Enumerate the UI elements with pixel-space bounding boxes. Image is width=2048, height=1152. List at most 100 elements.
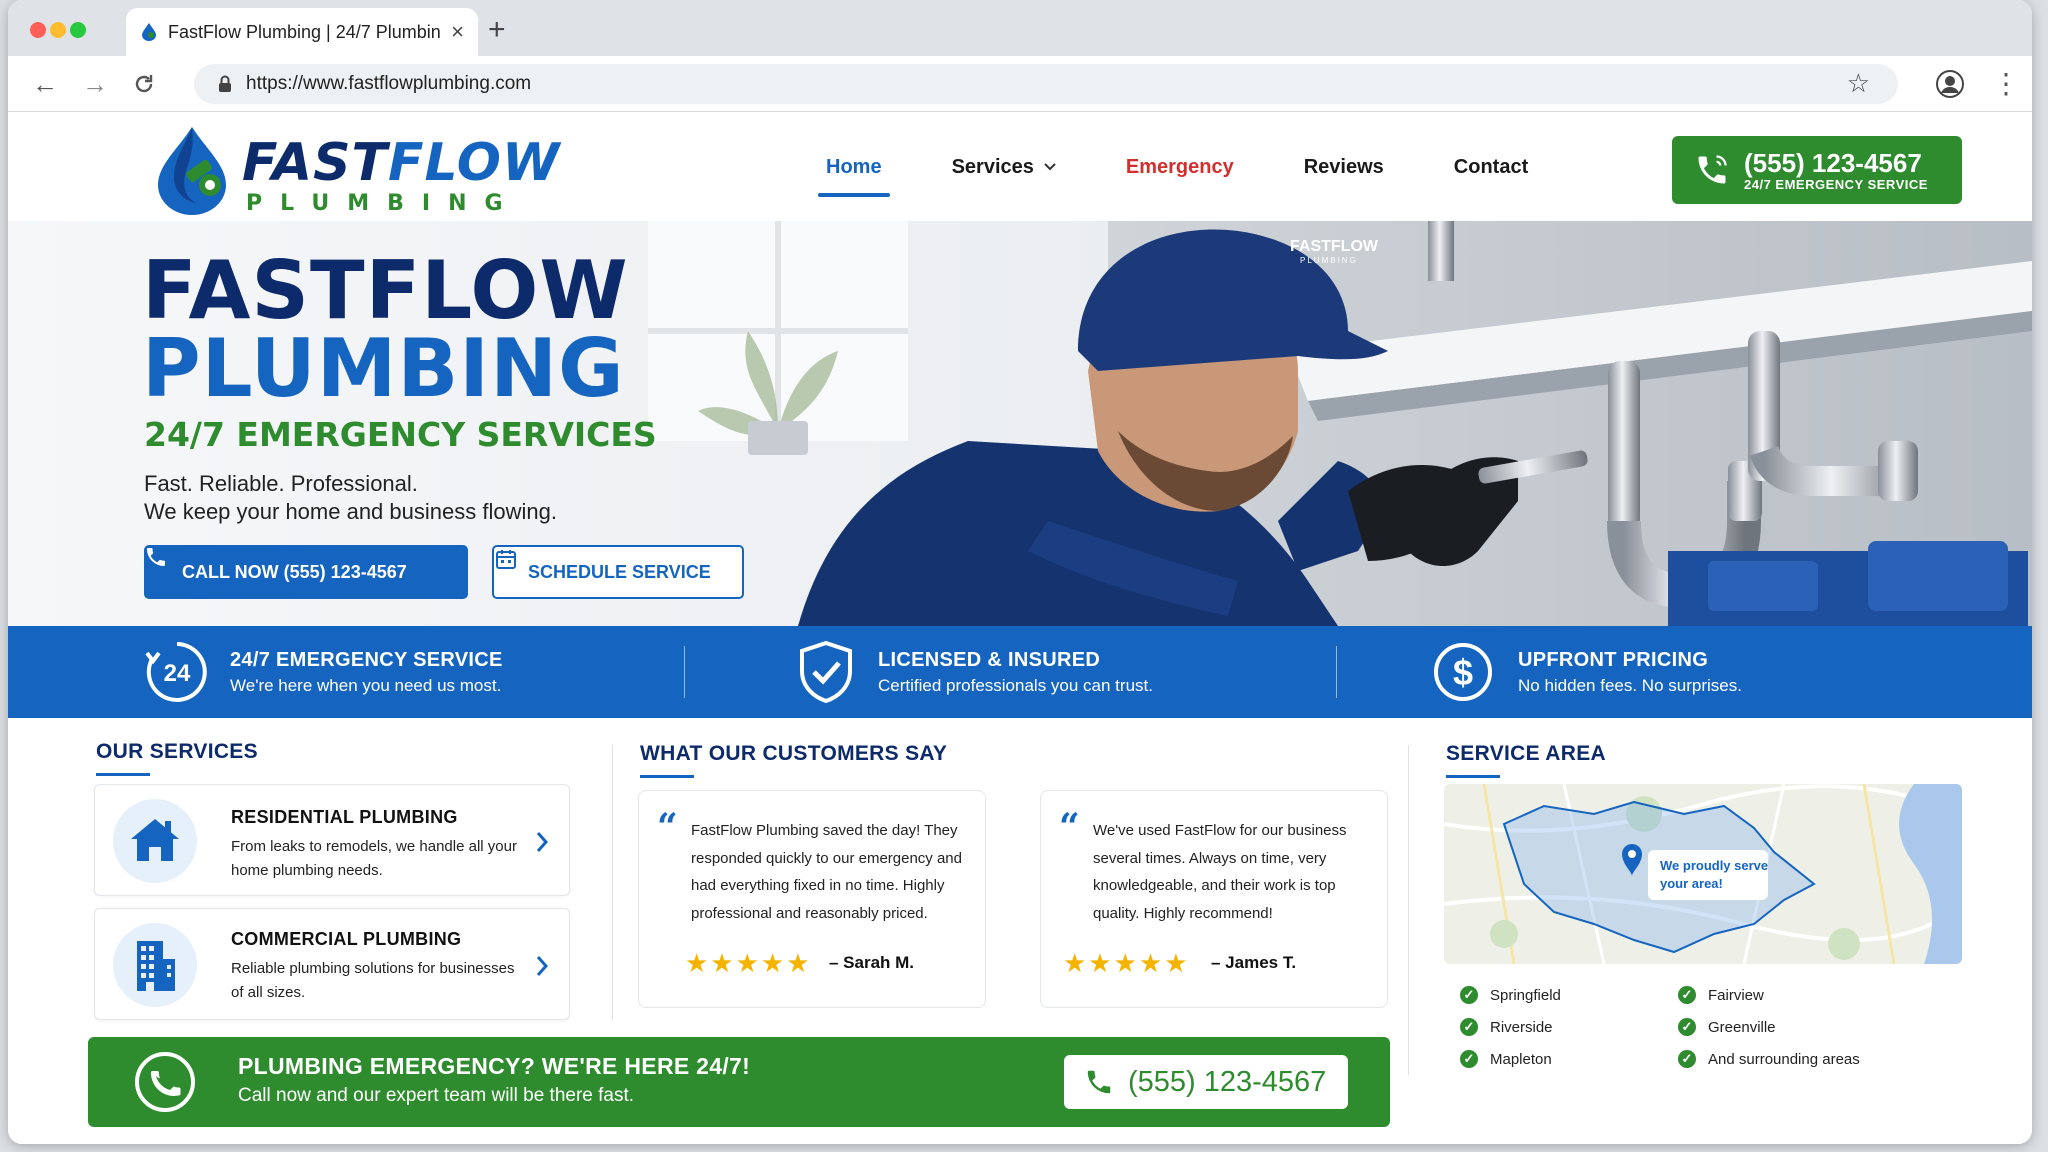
forward-icon[interactable]: → <box>82 66 108 102</box>
browser-menu-icon[interactable]: ⋮ <box>1992 66 2020 102</box>
chevron-right-icon[interactable] <box>535 955 549 977</box>
hero-section: FASTFLOW PLUMBING FASTFLOW PLUMBING 24/7… <box>8 221 2032 626</box>
main-nav: Home Services Emergency Reviews Contact <box>818 113 1598 221</box>
clock-badge-text: 24 <box>164 660 191 687</box>
feature-emergency: 24 24/7 EMERGENCY SERVICE We're here whe… <box>144 640 503 704</box>
feature-title: 24/7 EMERGENCY SERVICE <box>230 648 503 671</box>
chevron-right-icon[interactable] <box>535 831 549 853</box>
service-card-residential[interactable]: RESIDENTIAL PLUMBING From leaks to remod… <box>94 784 570 896</box>
town-name: Riverside <box>1490 1018 1553 1036</box>
phone-icon <box>1087 1070 1111 1094</box>
services-heading: OUR SERVICES <box>96 740 258 763</box>
hero-text-line1: Fast. Reliable. Professional. <box>144 471 418 496</box>
heading-underline <box>96 773 150 776</box>
call-now-label: CALL NOW (555) 123-4567 <box>182 561 407 582</box>
check-icon: ✓ <box>1460 1050 1478 1068</box>
review-author: – James T. <box>1211 953 1297 972</box>
feature-text: No hidden fees. No surprises. <box>1518 675 1742 695</box>
town-item: ✓ Riverside <box>1460 1018 1553 1036</box>
browser-window: FastFlow Plumbing | 24/7 Plumbing × + ← … <box>8 0 2032 1144</box>
service-area-map[interactable]: We proudly serve your area! <box>1444 784 1962 964</box>
hero-title-line1: FASTFLOW <box>142 244 629 337</box>
maximize-window-button[interactable] <box>70 22 86 38</box>
dollar-icon: $ <box>1434 643 1492 701</box>
features-bar: 24 24/7 EMERGENCY SERVICE We're here whe… <box>8 626 2032 718</box>
tab-close-icon[interactable]: × <box>451 19 464 45</box>
tab-strip: FastFlow Plumbing | 24/7 Plumbing × + <box>8 0 2032 56</box>
favicon-icon <box>142 23 156 41</box>
phone-icon <box>147 548 165 566</box>
header-phone-number: (555) 123-4567 <box>1744 147 1922 178</box>
nav-reviews[interactable]: Reviews <box>1304 113 1384 221</box>
review-author: – Sarah M. <box>829 953 915 972</box>
schedule-service-label: SCHEDULE SERVICE <box>528 561 711 582</box>
browser-toolbar: ← → https://www.fastflowplumbing.com ☆ ⋮ <box>8 56 2032 112</box>
town-item: ✓ And surrounding areas <box>1678 1050 1860 1068</box>
header-phone-button[interactable]: (555) 123-4567 24/7 EMERGENCY SERVICE <box>1672 136 1962 204</box>
chevron-down-icon <box>1044 163 1056 171</box>
nav-services-label: Services <box>951 155 1034 178</box>
emergency-phone-button[interactable]: (555) 123-4567 <box>1064 1055 1348 1109</box>
service-description: From leaks to remodels, we handle all yo… <box>231 838 517 879</box>
nav-contact[interactable]: Contact <box>1454 113 1528 221</box>
town-item: ✓ Fairview <box>1678 986 1764 1004</box>
reviews-heading: WHAT OUR CUSTOMERS SAY <box>640 742 948 765</box>
quote-icon: “ <box>1059 806 1080 848</box>
quote-icon: “ <box>657 806 678 848</box>
bookmark-star-icon[interactable]: ☆ <box>1847 68 1870 99</box>
map-label-line1: We proudly serve <box>1660 858 1768 873</box>
emergency-banner-text: Call now and our expert team will be the… <box>238 1085 635 1106</box>
schedule-service-button[interactable]: SCHEDULE SERVICE <box>492 545 744 599</box>
star-rating: ★★★★★ <box>685 948 812 978</box>
nav-home[interactable]: Home <box>818 113 890 221</box>
lock-icon <box>219 75 231 92</box>
town-item: ✓ Springfield <box>1460 986 1561 1004</box>
town-name: And surrounding areas <box>1708 1050 1860 1068</box>
close-window-button[interactable] <box>30 22 46 38</box>
town-name: Fairview <box>1708 986 1764 1004</box>
nav-services[interactable]: Services <box>952 113 1056 221</box>
review-text: We've used FastFlow for our business sev… <box>1093 822 1347 922</box>
service-icon-circle <box>113 799 197 883</box>
map-label-line2: your area! <box>1660 876 1723 891</box>
nav-emergency[interactable]: Emergency <box>1126 113 1234 221</box>
service-icon-circle <box>113 923 197 1007</box>
check-icon: ✓ <box>1460 1018 1478 1036</box>
town-item: ✓ Greenville <box>1678 1018 1776 1036</box>
town-name: Greenville <box>1708 1018 1776 1036</box>
service-card-commercial[interactable]: COMMERCIAL PLUMBING Reliable plumbing so… <box>94 908 570 1020</box>
town-name: Mapleton <box>1490 1050 1552 1068</box>
back-icon[interactable]: ← <box>32 66 58 102</box>
minimize-window-button[interactable] <box>50 22 66 38</box>
emergency-banner: PLUMBING EMERGENCY? WE'RE HERE 24/7! Cal… <box>88 1037 1390 1127</box>
heading-underline <box>640 775 694 778</box>
hero-subtitle: 24/7 EMERGENCY SERVICES <box>144 415 657 454</box>
calendar-icon <box>496 550 516 569</box>
building-icon <box>137 941 175 991</box>
review-card: “ FastFlow Plumbing saved the day! They … <box>638 790 986 1008</box>
check-icon: ✓ <box>1460 986 1478 1004</box>
cap-logo-subtext: PLUMBING <box>1300 256 1358 265</box>
clock-24-icon: 24 <box>145 642 207 702</box>
logo-wordmark: FASTFLOW <box>242 133 560 193</box>
logo-word-flow: FLOW <box>387 133 561 193</box>
service-area-heading: SERVICE AREA <box>1446 742 1606 765</box>
url-text: https://www.fastflowplumbing.com <box>246 73 532 94</box>
address-bar[interactable]: https://www.fastflowplumbing.com ☆ <box>194 64 1898 104</box>
header-phone-subtitle: 24/7 EMERGENCY SERVICE <box>1744 176 1928 192</box>
reload-icon[interactable] <box>132 72 156 96</box>
profile-icon[interactable] <box>1936 70 1964 98</box>
logo-drop-icon <box>158 127 226 215</box>
phone-icon <box>1698 155 1727 184</box>
browser-tab[interactable]: FastFlow Plumbing | 24/7 Plumbing × <box>126 8 478 56</box>
feature-text: Certified professionals you can trust. <box>878 675 1153 695</box>
logo[interactable]: FASTFLOW PLUMBING <box>142 125 559 217</box>
review-text: FastFlow Plumbing saved the day! They re… <box>691 822 962 922</box>
new-tab-button[interactable]: + <box>488 12 506 48</box>
phone-circle-icon <box>135 1052 195 1112</box>
cap-logo-text: FASTFLOW <box>1290 238 1379 255</box>
map-image: We proudly serve your area! <box>1444 784 1962 964</box>
feature-title: UPFRONT PRICING <box>1518 648 1709 671</box>
call-now-button[interactable]: CALL NOW (555) 123-4567 <box>144 545 468 599</box>
column-divider <box>612 745 613 1020</box>
